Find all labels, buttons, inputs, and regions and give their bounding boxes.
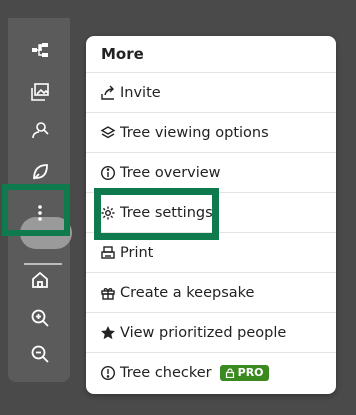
- menu-item-tree-viewing-options[interactable]: Tree viewing options: [86, 113, 336, 153]
- lock-icon: [225, 368, 234, 378]
- menu-item-label: Invite: [120, 84, 161, 101]
- menu-item-tree-overview[interactable]: Tree overview: [86, 153, 336, 193]
- tree-settings-highlight: [94, 188, 219, 240]
- menu-item-tree-checker[interactable]: Tree checker PRO: [86, 353, 336, 393]
- info-icon: [100, 165, 116, 181]
- menu-item-view-prioritized-people[interactable]: View prioritized people: [86, 313, 336, 353]
- share-icon: [100, 85, 116, 101]
- menu-item-label: Tree overview: [120, 164, 221, 181]
- menu-item-label: View prioritized people: [120, 324, 287, 341]
- toolbar-divider: [24, 263, 62, 265]
- media-gallery-icon[interactable]: [26, 78, 54, 106]
- gift-icon: [100, 285, 116, 301]
- home-icon[interactable]: [26, 266, 54, 294]
- layers-icon: [100, 125, 116, 141]
- menu-item-label: Create a keepsake: [120, 284, 255, 301]
- tree-structure-icon[interactable]: [26, 36, 54, 64]
- menu-title: More: [86, 36, 336, 73]
- pro-badge: PRO: [219, 365, 269, 381]
- zoom-in-icon[interactable]: [26, 304, 54, 332]
- more-button-highlight: [2, 184, 70, 236]
- menu-item-create-keepsake[interactable]: Create a keepsake: [86, 273, 336, 313]
- menu-item-label: Tree viewing options: [120, 124, 269, 141]
- star-icon: [100, 325, 116, 341]
- menu-item-invite[interactable]: Invite: [86, 73, 336, 113]
- search-person-icon[interactable]: [26, 116, 54, 144]
- pro-badge-label: PRO: [237, 366, 264, 379]
- zoom-out-icon[interactable]: [26, 340, 54, 368]
- print-icon: [100, 245, 116, 261]
- menu-item-label: Print: [120, 244, 154, 261]
- leaf-hint-icon[interactable]: [26, 158, 54, 186]
- menu-item-label: Tree checker: [120, 365, 212, 381]
- alert-circle-icon: [100, 365, 116, 381]
